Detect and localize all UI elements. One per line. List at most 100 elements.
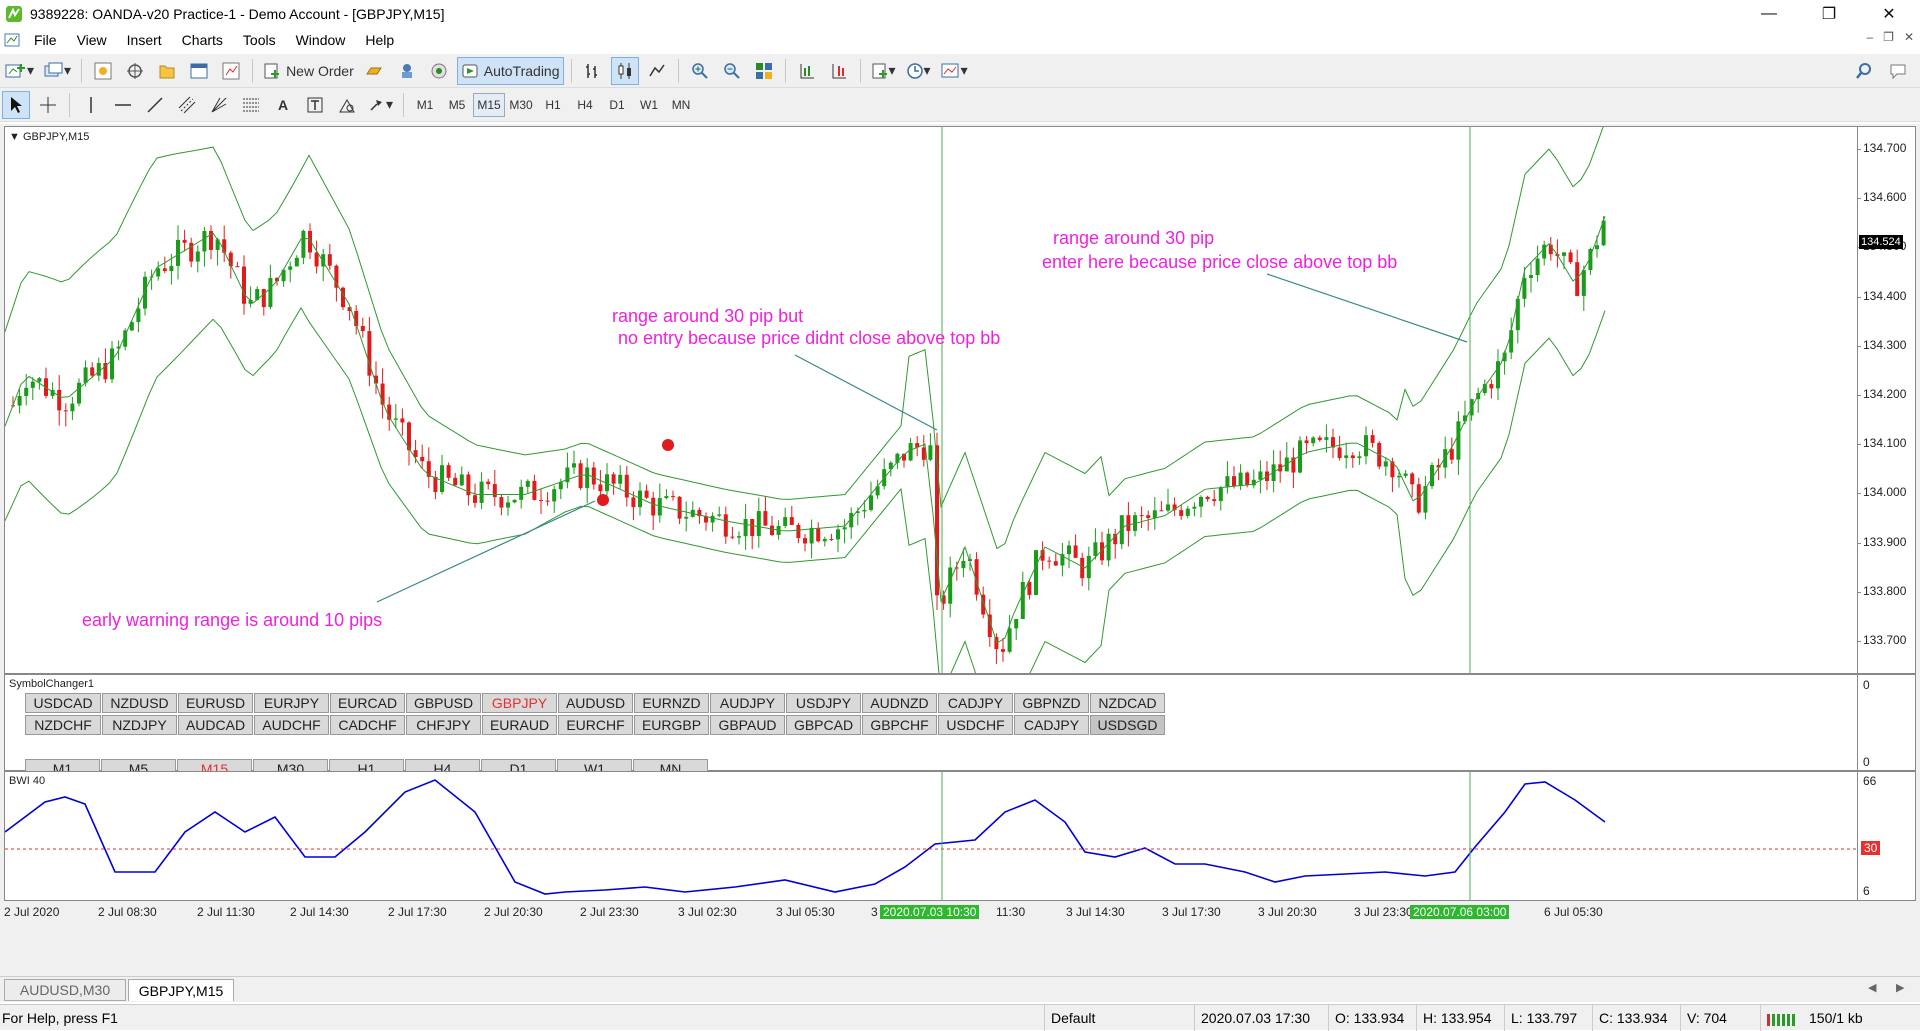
symbol-button-eurusd[interactable]: EURUSD <box>178 693 253 713</box>
timeframe-m15[interactable]: M15 <box>473 92 506 117</box>
close-button[interactable]: ✕ <box>1866 0 1912 28</box>
menu-file[interactable]: File <box>24 32 67 48</box>
line-chart-icon[interactable] <box>643 57 671 85</box>
symbol-button-gbpchf[interactable]: GBPCHF <box>862 715 937 735</box>
search-icon[interactable] <box>1850 57 1878 85</box>
symbol-button-cadchf[interactable]: CADCHF <box>330 715 405 735</box>
trendline-icon[interactable] <box>141 91 169 119</box>
symbol-button-audusd[interactable]: AUDUSD <box>558 693 633 713</box>
profiles-icon[interactable]: ▾ <box>41 57 74 85</box>
autotrading-button[interactable]: AutoTrading <box>456 56 564 85</box>
price-chart-panel[interactable]: ▼ GBPJPY,M15 134.700134.600134.500134.40… <box>4 126 1916 674</box>
text-icon[interactable]: A <box>269 91 297 119</box>
candlestick <box>479 472 484 510</box>
fibonacci-icon[interactable] <box>237 91 265 119</box>
symbol-button-gbpaud[interactable]: GBPAUD <box>710 715 785 735</box>
timeframe-h1[interactable]: H1 <box>537 93 569 117</box>
symbol-button-usdjpy[interactable]: USDJPY <box>786 693 861 713</box>
new-order-button[interactable]: New Order <box>260 57 357 85</box>
gann-fan-icon[interactable] <box>205 91 233 119</box>
symbol-button-audnzd[interactable]: AUDNZD <box>862 693 937 713</box>
shapes-icon[interactable] <box>333 91 361 119</box>
tab-scroll-right-icon[interactable]: ▶ <box>1896 981 1904 994</box>
symbol-button-eurjpy[interactable]: EURJPY <box>254 693 329 713</box>
horizontal-line-icon[interactable] <box>109 91 137 119</box>
timeframe-mn[interactable]: MN <box>665 93 697 117</box>
signals-icon[interactable] <box>393 57 421 85</box>
tab-scroll-left-icon[interactable]: ◀ <box>1868 981 1876 994</box>
timeframe-m30[interactable]: M30 <box>505 93 537 117</box>
menu-view[interactable]: View <box>67 32 117 48</box>
menu-insert[interactable]: Insert <box>117 32 172 48</box>
tab-gbpjpy-m15[interactable]: GBPJPY,M15 <box>128 979 234 1001</box>
symbol-button-audcad[interactable]: AUDCAD <box>178 715 253 735</box>
candlestick <box>195 245 200 273</box>
symbol-button-usdchf[interactable]: USDCHF <box>938 715 1013 735</box>
chart-window-icon[interactable] <box>4 32 20 48</box>
text-label-icon[interactable] <box>301 91 329 119</box>
timeframe-m5[interactable]: M5 <box>441 93 473 117</box>
symbol-button-audchf[interactable]: AUDCHF <box>254 715 329 735</box>
templates-icon[interactable]: ▾ <box>938 57 971 85</box>
navigator-icon[interactable] <box>153 57 181 85</box>
arrows-icon[interactable]: ▾ <box>365 91 396 119</box>
timeframe-d1[interactable]: D1 <box>601 93 633 117</box>
symbol-button-euraud[interactable]: EURAUD <box>482 715 557 735</box>
crosshair-nav-icon[interactable] <box>121 57 149 85</box>
market-watch-icon[interactable] <box>89 57 117 85</box>
menu-tools[interactable]: Tools <box>233 32 286 48</box>
symbol-button-eurnzd[interactable]: EURNZD <box>634 693 709 713</box>
zoom-out-icon[interactable] <box>718 57 746 85</box>
indicators-icon[interactable]: ▾ <box>868 57 899 85</box>
symbol-button-nzdcad[interactable]: NZDCAD <box>1090 693 1165 713</box>
equidistant-channel-icon[interactable] <box>173 91 201 119</box>
timeframe-m1[interactable]: M1 <box>409 93 441 117</box>
tab-audusd-m30[interactable]: AUDUSD,M30 <box>4 979 126 1001</box>
symbol-button-gbpusd[interactable]: GBPUSD <box>406 693 481 713</box>
symbol-button-usdsgd[interactable]: USDSGD <box>1090 715 1165 735</box>
candlestick <box>915 436 920 457</box>
terminal-icon[interactable] <box>185 57 213 85</box>
symbol-button-cadjpy[interactable]: CADJPY <box>1014 715 1089 735</box>
menu-help[interactable]: Help <box>355 32 404 48</box>
menu-window[interactable]: Window <box>286 32 356 48</box>
vertical-line-icon[interactable] <box>77 91 105 119</box>
symbol-button-gbpnzd[interactable]: GBPNZD <box>1014 693 1089 713</box>
cursor-icon[interactable] <box>2 90 30 119</box>
symbol-button-nzdusd[interactable]: NZDUSD <box>102 693 177 713</box>
tile-windows-icon[interactable] <box>750 57 778 85</box>
symbol-button-eurcad[interactable]: EURCAD <box>330 693 405 713</box>
mdi-restore-icon[interactable]: ❐ <box>1883 30 1894 44</box>
symbol-button-nzdchf[interactable]: NZDCHF <box>25 715 101 735</box>
price-chart[interactable] <box>5 127 1915 673</box>
zoom-in-icon[interactable] <box>686 57 714 85</box>
mdi-minimize-icon[interactable]: – <box>1866 30 1873 44</box>
symbol-button-chfjpy[interactable]: CHFJPY <box>406 715 481 735</box>
minimize-button[interactable]: — <box>1746 0 1792 28</box>
chat-icon[interactable] <box>1884 57 1912 85</box>
gold-bars-icon[interactable] <box>361 57 389 85</box>
symbol-button-eurchf[interactable]: EURCHF <box>558 715 633 735</box>
mdi-close-icon[interactable]: ✕ <box>1904 30 1914 44</box>
candlestick-chart-icon[interactable] <box>610 56 639 85</box>
bar-chart-icon[interactable] <box>579 57 607 85</box>
symbol-button-audjpy[interactable]: AUDJPY <box>710 693 785 713</box>
new-chart-icon[interactable]: ▾ <box>2 57 37 85</box>
symbol-button-nzdjpy[interactable]: NZDJPY <box>102 715 177 735</box>
bwi-indicator-panel[interactable]: BWI 40 66 30 6 <box>4 771 1916 901</box>
timeframe-w1[interactable]: W1 <box>633 93 665 117</box>
symbol-button-gbpcad[interactable]: GBPCAD <box>786 715 861 735</box>
market-icon[interactable] <box>425 57 453 85</box>
symbol-button-gbpjpy[interactable]: GBPJPY <box>482 693 557 713</box>
tester-icon[interactable] <box>217 57 245 85</box>
chart-shift-icon[interactable] <box>793 57 821 85</box>
periods-icon[interactable]: ▾ <box>903 57 934 85</box>
crosshair-icon[interactable] <box>34 91 62 119</box>
symbol-button-cadjpy[interactable]: CADJPY <box>938 693 1013 713</box>
symbol-button-eurgbp[interactable]: EURGBP <box>634 715 709 735</box>
menu-charts[interactable]: Charts <box>172 32 233 48</box>
maximize-button[interactable]: ❐ <box>1806 0 1852 28</box>
symbol-button-usdcad[interactable]: USDCAD <box>25 693 101 713</box>
timeframe-h4[interactable]: H4 <box>569 93 601 117</box>
autoscroll-icon[interactable] <box>825 57 853 85</box>
